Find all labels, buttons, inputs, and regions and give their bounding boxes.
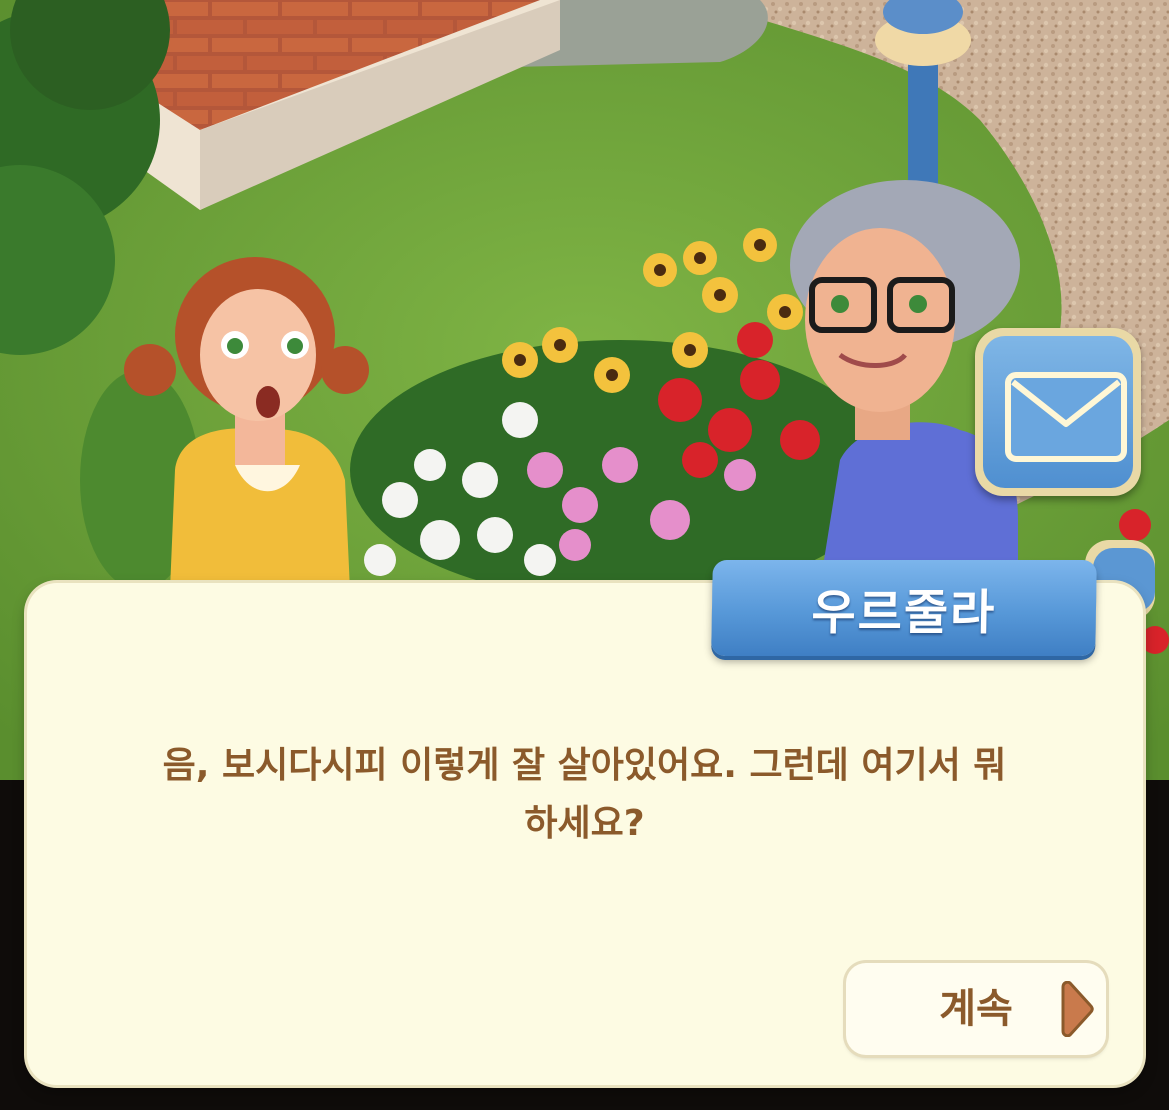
continue-label: 계속 <box>939 986 1013 1032</box>
mail-button[interactable] <box>975 328 1141 496</box>
envelope-icon <box>1005 372 1127 462</box>
speaker-name-tag: 우르줄라 <box>711 560 1097 656</box>
dialog-line-2: 하세요? <box>524 803 645 844</box>
speaker-name: 우르줄라 <box>811 585 997 641</box>
dialog-line-1: 음, 보시다시피 이렇게 잘 살아있어요. 그런데 여기서 뭐 <box>162 745 1007 786</box>
play-arrow-icon <box>1061 981 1094 1037</box>
continue-button[interactable]: 계속 <box>846 963 1106 1055</box>
dialog-text: 음, 보시다시피 이렇게 잘 살아있어요. 그런데 여기서 뭐 하세요? <box>87 737 1082 853</box>
